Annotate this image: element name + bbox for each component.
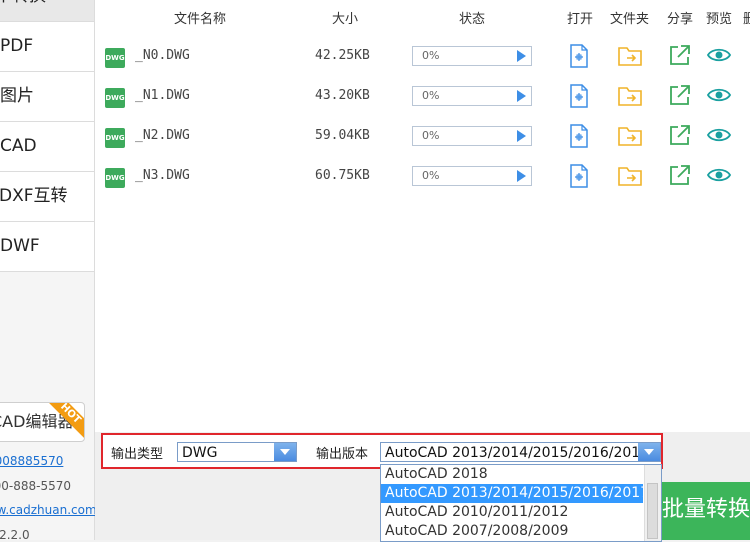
table-row[interactable]: DWG _N2.DWG 59.04KB 0% — [95, 118, 750, 158]
version-option[interactable]: AutoCAD 2007/2008/2009 — [381, 522, 643, 541]
sidebar-item-label: 版本转换 — [0, 0, 46, 21]
sidebar-item-to-image[interactable]: 转图片 — [0, 72, 94, 122]
sidebar-item-to-pdf[interactable]: 转PDF — [0, 22, 94, 72]
chevron-down-icon[interactable] — [274, 443, 296, 461]
header-preview: 预览 — [706, 12, 733, 27]
dwg-file-icon: DWG — [105, 168, 125, 188]
sidebar: 版本转换 转PDF 转图片 转CAD DXF互转 转DWF CAD编辑器 HOT… — [0, 0, 97, 542]
play-icon[interactable] — [517, 170, 526, 182]
cad-editor-button[interactable]: CAD编辑器 HOT — [0, 402, 85, 442]
sidebar-item-label: DXF互转 — [0, 186, 68, 206]
output-type-value: DWG — [182, 445, 218, 461]
file-size: 59.04KB — [315, 128, 370, 143]
table-row[interactable]: DWG _N0.DWG 42.25KB 0% — [95, 38, 750, 78]
scrollbar-thumb[interactable] — [647, 483, 658, 539]
progress-text: 0% — [422, 49, 440, 62]
phone-link[interactable]: 4008885570 — [0, 454, 63, 468]
output-version-label: 输出版本 — [316, 447, 369, 462]
file-open-icon[interactable] — [568, 164, 590, 188]
sidebar-item-to-dwf[interactable]: 转DWF — [0, 222, 94, 272]
sidebar-item-label: 转CAD — [0, 136, 37, 156]
sidebar-item-label: 转图片 — [0, 86, 34, 106]
batch-convert-label: 批量转换 — [662, 497, 750, 522]
dwg-file-icon: DWG — [105, 128, 125, 148]
progress-text: 0% — [422, 89, 440, 102]
file-open-icon[interactable] — [568, 84, 590, 108]
dwg-file-icon: DWG — [105, 48, 125, 68]
progress-bar: 0% — [412, 126, 532, 146]
folder-icon[interactable] — [618, 84, 642, 106]
eye-icon[interactable] — [707, 166, 731, 184]
sidebar-item-dxf-convert[interactable]: DXF互转 — [0, 172, 94, 222]
eye-icon[interactable] — [707, 126, 731, 144]
version-option[interactable]: AutoCAD 2018 — [381, 465, 643, 484]
sidebar-item-label: 转DWF — [0, 236, 40, 256]
file-name: _N0.DWG — [135, 48, 190, 63]
play-icon[interactable] — [517, 90, 526, 102]
file-size: 43.20KB — [315, 88, 370, 103]
share-icon[interactable] — [669, 164, 691, 186]
progress-text: 0% — [422, 129, 440, 142]
play-icon[interactable] — [517, 50, 526, 62]
phone-number: 400-888-5570 — [0, 479, 72, 493]
file-open-icon[interactable] — [568, 44, 590, 68]
folder-icon[interactable] — [618, 164, 642, 186]
dwg-file-icon: DWG — [105, 88, 125, 108]
share-icon[interactable] — [669, 44, 691, 66]
progress-text: 0% — [422, 169, 440, 182]
version-dropdown-list[interactable]: AutoCAD 2018 AutoCAD 2013/2014/2015/2016… — [380, 464, 662, 542]
share-icon[interactable] — [669, 84, 691, 106]
header-folder: 文件夹 — [610, 12, 650, 27]
table-row[interactable]: DWG _N1.DWG 43.20KB 0% — [95, 78, 750, 118]
version-option-selected[interactable]: AutoCAD 2013/2014/2015/2016/2017 — [381, 484, 649, 503]
progress-bar: 0% — [412, 46, 532, 66]
play-icon[interactable] — [517, 130, 526, 142]
version-option[interactable]: AutoCAD 2010/2011/2012 — [381, 503, 643, 522]
sidebar-item-label: 转PDF — [0, 36, 34, 56]
header-open: 打开 — [567, 12, 594, 27]
output-type-label: 输出类型 — [111, 447, 164, 462]
output-type-select[interactable]: DWG — [177, 442, 297, 462]
file-open-icon[interactable] — [568, 124, 590, 148]
dropdown-scrollbar[interactable] — [644, 465, 661, 541]
sidebar-item-to-cad[interactable]: 转CAD — [0, 122, 94, 172]
header-share: 分享 — [667, 12, 694, 27]
eye-icon[interactable] — [707, 46, 731, 64]
chevron-down-icon[interactable] — [638, 443, 660, 461]
folder-icon[interactable] — [618, 44, 642, 66]
table-row[interactable]: DWG _N3.DWG 60.75KB 0% — [95, 158, 750, 198]
header-file-name: 文件名称 — [174, 12, 227, 27]
file-size: 42.25KB — [315, 48, 370, 63]
header-extra: 删 — [743, 12, 750, 27]
file-size: 60.75KB — [315, 168, 370, 183]
file-name: _N3.DWG — [135, 168, 190, 183]
share-icon[interactable] — [669, 124, 691, 146]
folder-icon[interactable] — [618, 124, 642, 146]
progress-bar: 0% — [412, 166, 532, 186]
sidebar-item-version-convert[interactable]: 版本转换 — [0, 0, 94, 22]
output-version-select[interactable]: AutoCAD 2013/2014/2015/2016/2017 — [380, 442, 661, 462]
eye-icon[interactable] — [707, 86, 731, 104]
file-name: _N1.DWG — [135, 88, 190, 103]
batch-convert-button[interactable]: 批量转换 — [662, 482, 750, 540]
header-size: 大小 — [332, 12, 359, 27]
header-status: 状态 — [459, 12, 486, 27]
output-version-value: AutoCAD 2013/2014/2015/2016/2017 — [385, 445, 650, 461]
file-name: _N2.DWG — [135, 128, 190, 143]
progress-bar: 0% — [412, 86, 532, 106]
website-link[interactable]: www.cadzhuan.com — [0, 503, 97, 517]
